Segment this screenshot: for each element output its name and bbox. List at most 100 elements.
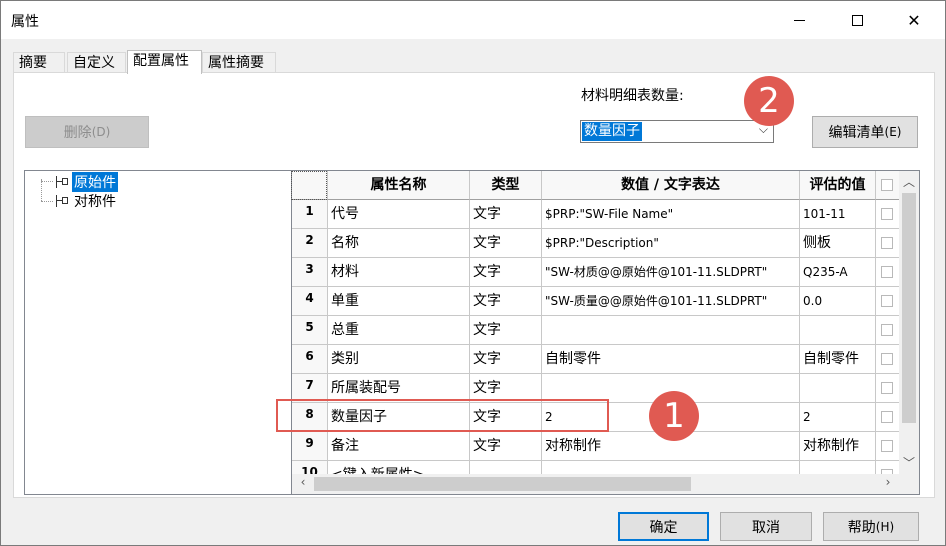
cell-expr[interactable]: 自制零件 <box>542 345 800 374</box>
help-label: 帮助 <box>847 519 876 536</box>
row-number[interactable]: 6 <box>292 345 328 374</box>
checkbox-icon[interactable] <box>881 324 893 336</box>
checkbox-icon[interactable] <box>881 208 893 220</box>
help-shortcut: (H) <box>875 519 895 534</box>
cell-value[interactable]: 对称制作 <box>800 432 876 461</box>
cell-expr[interactable]: $PRP:"SW-File Name" <box>542 200 800 229</box>
row-checkbox-cell <box>876 287 900 316</box>
tab-label: 属性摘要 <box>208 55 264 71</box>
tab-property-summary[interactable]: 属性摘要 <box>202 52 276 73</box>
tab-summary[interactable]: 摘要 <box>13 52 65 73</box>
row-checkbox-cell <box>876 345 900 374</box>
close-icon[interactable]: ✕ <box>891 1 937 39</box>
bom-quantity-label: 材料明细表数量: <box>581 88 684 104</box>
cell-value[interactable] <box>800 374 876 403</box>
row-number[interactable]: 4 <box>292 287 328 316</box>
cell-expr[interactable]: $PRP:"Description" <box>542 229 800 258</box>
cell-value[interactable]: Q235-A <box>800 258 876 287</box>
row-checkbox-cell <box>876 432 900 461</box>
tree-item-original[interactable]: 原始件 <box>53 172 118 192</box>
ok-button[interactable]: 确定 <box>618 512 709 541</box>
tree-connector <box>41 181 53 182</box>
checkbox-icon[interactable] <box>881 295 893 307</box>
tree-item-label: 对称件 <box>74 194 116 210</box>
cell-name[interactable]: 备注 <box>328 432 470 461</box>
cell-type[interactable]: 文字 <box>470 345 542 374</box>
row-checkbox-cell <box>876 200 900 229</box>
cell-name[interactable]: 单重 <box>328 287 470 316</box>
edit-list-shortcut: (E) <box>884 125 902 139</box>
cell-name[interactable]: 总重 <box>328 316 470 345</box>
tab-label: 自定义 <box>73 55 115 71</box>
tree-item-mirror[interactable]: 对称件 <box>53 192 118 210</box>
checkbox-icon[interactable] <box>881 440 893 452</box>
checkbox-icon[interactable] <box>881 266 893 278</box>
column-header[interactable]: 数值 / 文字表达 <box>542 171 800 200</box>
cell-expr[interactable] <box>542 316 800 345</box>
scroll-corner <box>899 474 919 494</box>
checkbox-icon[interactable] <box>881 353 893 365</box>
tab-custom[interactable]: 自定义 <box>67 52 126 73</box>
column-header[interactable]: 属性名称 <box>328 171 470 200</box>
bom-quantity-select[interactable]: 数量因子 ⌵ <box>580 120 774 143</box>
cell-expr[interactable]: "SW-质量@@原始件@101-11.SLDPRT" <box>542 287 800 316</box>
cell-name[interactable]: 材料 <box>328 258 470 287</box>
column-header[interactable]: 评估的值 <box>800 171 876 200</box>
cell-type[interactable]: 文字 <box>470 229 542 258</box>
checkbox-icon[interactable] <box>881 382 893 394</box>
cell-value[interactable] <box>800 316 876 345</box>
tab-configuration-properties[interactable]: 配置属性 <box>127 50 202 74</box>
maximize-icon[interactable] <box>834 1 880 39</box>
cancel-button[interactable]: 取消 <box>720 512 812 541</box>
checkbox-icon[interactable] <box>881 237 893 249</box>
cell-expr[interactable]: "SW-材质@@原始件@101-11.SLDPRT" <box>542 258 800 287</box>
configuration-icon <box>53 194 70 208</box>
annotation-badge-1: 1 <box>649 391 699 441</box>
row-number[interactable]: 1 <box>292 200 328 229</box>
cell-value[interactable]: 侧板 <box>800 229 876 258</box>
tab-label: 摘要 <box>19 55 47 71</box>
cell-name[interactable]: 类别 <box>328 345 470 374</box>
edit-list-label: 编辑清单 <box>828 125 885 141</box>
configuration-tree: 原始件 对称件 <box>24 170 292 495</box>
scroll-right-icon[interactable]: › <box>879 475 897 489</box>
cancel-label: 取消 <box>752 519 780 536</box>
row-checkbox-cell <box>876 403 900 432</box>
row-checkbox-cell <box>876 229 900 258</box>
checkbox-column-header[interactable] <box>876 171 900 200</box>
scroll-up-icon[interactable]: ︿ <box>899 173 919 190</box>
cell-name[interactable]: 名称 <box>328 229 470 258</box>
checkbox-icon[interactable] <box>881 179 893 191</box>
row-number[interactable]: 3 <box>292 258 328 287</box>
cell-type[interactable]: 文字 <box>470 432 542 461</box>
cell-type[interactable]: 文字 <box>470 316 542 345</box>
cell-value[interactable]: 101-11 <box>800 200 876 229</box>
edit-list-button[interactable]: 编辑清单 (E) <box>812 116 918 148</box>
cell-value[interactable]: 0.0 <box>800 287 876 316</box>
row-number[interactable]: 9 <box>292 432 328 461</box>
properties-grid: 属性名称 类型 数值 / 文字表达 评估的值 1 代号 文字 $PRP:"SW-File Na… <box>291 170 920 495</box>
scroll-down-icon[interactable]: ﹀ <box>899 454 919 471</box>
horizontal-scroll-thumb[interactable] <box>314 477 691 491</box>
scroll-left-icon[interactable]: ‹ <box>294 475 312 489</box>
cell-type[interactable]: 文字 <box>470 258 542 287</box>
minimize-icon[interactable] <box>776 1 822 39</box>
cell-value[interactable]: 2 <box>800 403 876 432</box>
cell-type[interactable]: 文字 <box>470 287 542 316</box>
annotation-highlight-box <box>276 399 609 432</box>
cell-value[interactable]: 自制零件 <box>800 345 876 374</box>
cell-type[interactable]: 文字 <box>470 200 542 229</box>
annotation-badge-2: 2 <box>744 76 794 126</box>
cell-name[interactable]: 代号 <box>328 200 470 229</box>
horizontal-scrollbar[interactable]: ‹ › <box>292 474 899 494</box>
tree-connector <box>41 201 53 202</box>
checkbox-icon[interactable] <box>881 411 893 423</box>
tree-connector <box>41 179 42 201</box>
delete-button[interactable]: 删除 (D) <box>25 116 149 148</box>
vertical-scroll-thumb[interactable] <box>902 193 916 423</box>
row-number[interactable]: 5 <box>292 316 328 345</box>
column-header[interactable]: 类型 <box>470 171 542 200</box>
help-button[interactable]: 帮助 (H) <box>823 512 919 541</box>
vertical-scrollbar[interactable]: ︿ ﹀ <box>899 171 919 474</box>
row-number[interactable]: 2 <box>292 229 328 258</box>
